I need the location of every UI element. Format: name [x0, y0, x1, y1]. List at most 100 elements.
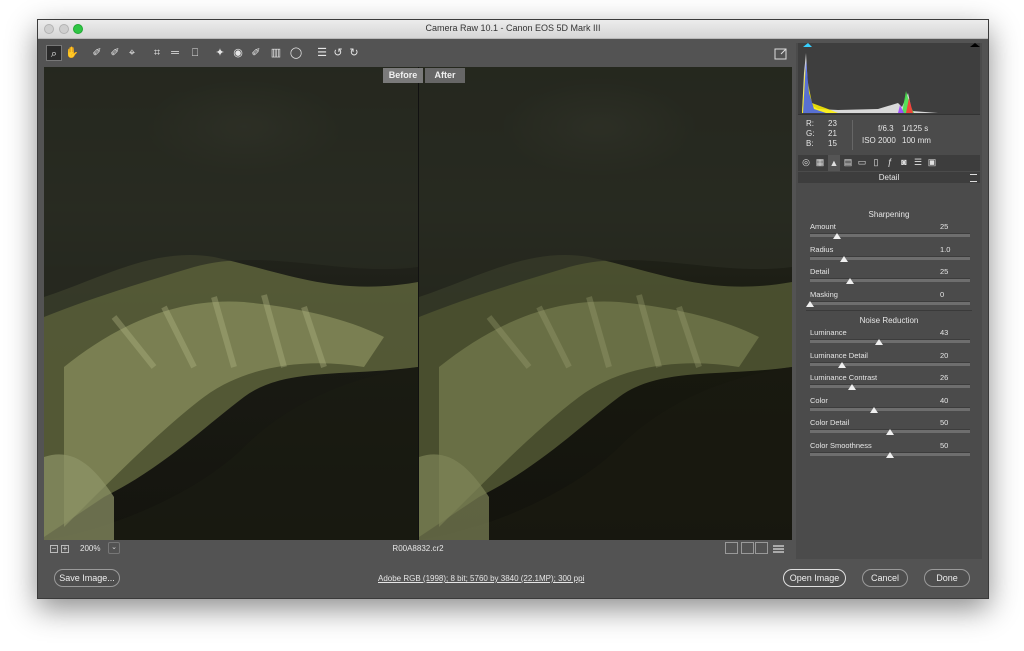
title-bar: Camera Raw 10.1 - Canon EOS 5D Mark III — [38, 20, 988, 39]
targeted-adjustment-tool-icon[interactable]: ⌖ — [124, 45, 140, 61]
slider-thumb[interactable] — [886, 429, 894, 435]
before-after-view-icon[interactable] — [725, 542, 738, 554]
slider-thumb[interactable] — [838, 361, 846, 368]
filename-label: R00A8832.cr2 — [392, 544, 444, 553]
slider-track[interactable] — [810, 255, 970, 260]
preview-status-bar: − + 200% ⌄ R00A8832.cr2 — [44, 541, 792, 557]
camera-calibration-tab-icon[interactable]: ◙ — [899, 157, 909, 167]
r-value: 23 — [828, 119, 837, 128]
preferences-icon[interactable]: ☰ — [314, 45, 330, 61]
red-eye-tool-icon[interactable]: ◉ — [230, 45, 246, 61]
rotate-cw-icon[interactable]: ↻ — [346, 45, 362, 61]
graduated-filter-icon[interactable]: ▥ — [268, 45, 284, 61]
after-image[interactable] — [419, 67, 792, 540]
white-balance-tool-icon[interactable]: ✐ — [89, 45, 105, 61]
slider-value[interactable]: 43 — [940, 328, 948, 337]
panel-menu-icon[interactable] — [970, 174, 977, 182]
panel-header: Detail — [798, 172, 980, 183]
camera-raw-window: Camera Raw 10.1 - Canon EOS 5D Mark III … — [37, 19, 989, 599]
slider-thumb[interactable] — [806, 300, 814, 307]
workflow-options-link[interactable]: Adobe RGB (1998); 8 bit; 5760 by 3840 (2… — [378, 574, 584, 583]
slider-thumb[interactable] — [870, 406, 878, 413]
right-panel: R: 23 G: 21 B: 15 f/6.3 1/125 s ISO 2000… — [796, 43, 982, 559]
slider-thumb[interactable] — [833, 233, 842, 239]
slider-value[interactable]: 20 — [940, 351, 948, 360]
panel-title: Detail — [878, 173, 900, 182]
slider-track[interactable] — [810, 406, 970, 411]
slider-label: Color Smoothness — [810, 440, 872, 450]
g-label: G: — [806, 129, 815, 138]
slider-thumb[interactable] — [874, 339, 883, 345]
cancel-button[interactable]: Cancel — [862, 569, 908, 587]
iso-value: ISO 2000 — [862, 136, 896, 145]
color-sampler-tool-icon[interactable]: ✐ — [107, 45, 123, 61]
slider-value[interactable]: 1.0 — [940, 245, 950, 254]
after-label: After — [425, 68, 465, 83]
slider-label: Luminance Detail — [810, 350, 868, 360]
slider-value[interactable]: 40 — [940, 396, 948, 405]
slider-label: Luminance — [810, 328, 847, 337]
done-button[interactable]: Done — [924, 569, 970, 587]
slider-thumb[interactable] — [886, 451, 894, 458]
hand-tool-icon[interactable]: ✋ — [64, 45, 80, 61]
slider-value[interactable]: 0 — [940, 290, 944, 299]
slider-thumb[interactable] — [839, 255, 848, 262]
bottom-bar: Save Image... Adobe RGB (1998); 8 bit; 5… — [38, 561, 988, 598]
slider-value[interactable]: 26 — [940, 373, 948, 382]
open-image-button[interactable]: Open Image — [783, 569, 846, 587]
copy-settings-icon[interactable] — [755, 542, 768, 554]
slider-label: Color — [810, 395, 828, 405]
slider-value[interactable]: 25 — [940, 267, 948, 276]
radial-filter-icon[interactable]: ◯ — [288, 45, 304, 61]
effects-tab-icon[interactable]: ƒ — [885, 157, 895, 167]
slider-thumb[interactable] — [847, 384, 856, 390]
full-screen-icon[interactable] — [773, 46, 789, 62]
zoom-tool-icon[interactable]: ⌕ — [46, 45, 62, 61]
window-title: Camera Raw 10.1 - Canon EOS 5D Mark III — [425, 23, 601, 33]
slider-label: Masking — [810, 289, 838, 299]
save-image-button[interactable]: Save Image... — [54, 569, 120, 587]
snapshots-tab-icon[interactable]: ▣ — [927, 157, 937, 167]
presets-tab-icon[interactable]: ☰ — [913, 157, 923, 167]
slider-track[interactable] — [810, 278, 970, 282]
slider-label: Luminance Contrast — [810, 373, 878, 382]
transform-tool-icon[interactable]: ⎕ — [187, 45, 203, 61]
slider-value[interactable]: 50 — [940, 441, 948, 450]
b-label: B: — [806, 139, 814, 148]
toolbar: ⌕ ✋ ✐ ✐ ⌖ ⌗ ═ ⎕ ✦ ◉ ✐ ▥ ◯ ☰ ↺ ↻ — [44, 45, 784, 63]
r-label: R: — [806, 119, 814, 128]
image-preview[interactable]: Before After — [44, 67, 792, 540]
basic-tab-icon[interactable]: ◎ — [801, 157, 811, 167]
adjustment-brush-icon[interactable]: ✐ — [248, 45, 264, 61]
slider-value[interactable]: 25 — [940, 222, 948, 231]
hsl-tab-icon[interactable]: ▤ — [843, 157, 853, 167]
exif-info: R: 23 G: 21 B: 15 f/6.3 1/125 s ISO 2000… — [798, 116, 980, 154]
slider-track[interactable] — [810, 339, 970, 343]
crop-tool-icon[interactable]: ⌗ — [149, 45, 165, 61]
histogram — [798, 43, 980, 115]
before-label: Before — [383, 68, 423, 83]
shadow-clipping-icon — [803, 43, 812, 47]
swap-before-after-icon[interactable] — [741, 542, 754, 554]
slider-track[interactable] — [810, 384, 970, 388]
slider-label: Color Detail — [810, 418, 850, 427]
lens-corrections-tab-icon[interactable]: ▯ — [871, 157, 881, 167]
g-value: 21 — [828, 129, 837, 138]
spot-removal-tool-icon[interactable]: ✦ — [212, 45, 228, 61]
slider-thumb[interactable] — [846, 278, 854, 284]
focal-length-value: 100 mm — [902, 136, 931, 145]
straighten-tool-icon[interactable]: ═ — [167, 45, 183, 61]
slider-value[interactable]: 50 — [940, 418, 948, 427]
split-toning-tab-icon[interactable]: ▭ — [857, 157, 867, 167]
slider-label: Amount — [810, 222, 836, 231]
section-divider — [806, 310, 972, 311]
slider-track[interactable] — [810, 361, 970, 366]
rotate-ccw-icon[interactable]: ↺ — [330, 45, 346, 61]
slider-track[interactable] — [810, 300, 970, 305]
sharpening-heading: Sharpening — [868, 210, 910, 219]
detail-tab-icon[interactable]: ▲ — [828, 155, 840, 171]
tone-curve-tab-icon[interactable]: ▦ — [815, 157, 825, 167]
view-settings-icon[interactable] — [772, 542, 785, 554]
before-image[interactable] — [44, 67, 418, 540]
panel-tabs: ◎ ▦ ▲ ▤ ▭ ▯ ƒ ◙ ☰ ▣ — [798, 155, 980, 171]
